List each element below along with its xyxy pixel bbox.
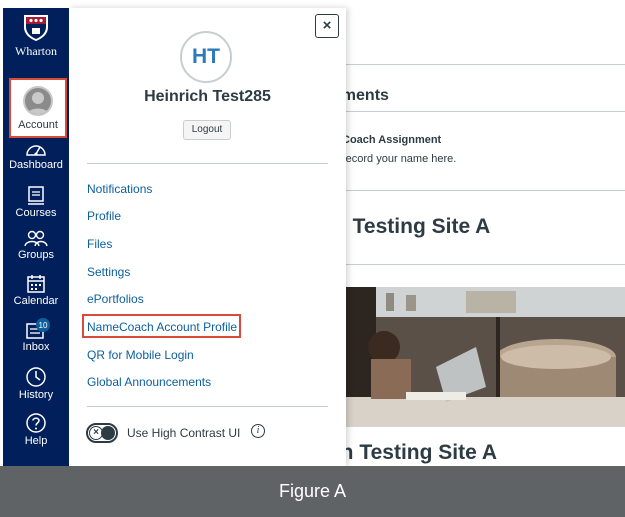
top-edge xyxy=(0,0,625,8)
calendar-icon xyxy=(27,275,45,293)
close-tray-button[interactable]: × xyxy=(315,14,339,38)
site-heading: ch Testing Site A xyxy=(329,441,498,464)
nav-item-account[interactable]: Account xyxy=(9,78,67,138)
info-icon[interactable]: i xyxy=(251,424,265,438)
content-divider xyxy=(324,264,625,265)
user-silhouette-icon xyxy=(26,92,50,114)
nav-item-inbox[interactable]: 10 Inbox xyxy=(3,318,69,353)
nav-label-help: Help xyxy=(24,435,48,447)
high-contrast-toggle[interactable]: × xyxy=(86,423,118,443)
tray-link-namecoach-account-profile[interactable]: NameCoach Account Profile xyxy=(87,320,237,334)
nav-item-calendar[interactable]: Calendar xyxy=(3,274,69,307)
tray-divider xyxy=(87,406,328,407)
tray-link-global-announcements[interactable]: Global Announcements xyxy=(87,375,211,389)
tray-link-settings[interactable]: Settings xyxy=(87,265,130,279)
hero-image-graphic xyxy=(346,287,625,427)
nav-item-groups[interactable]: Groups xyxy=(3,230,69,261)
tray-link-profile[interactable]: Profile xyxy=(87,209,121,223)
tray-divider xyxy=(87,163,328,164)
assignment-description: record your name here. xyxy=(342,153,457,165)
content-divider xyxy=(324,190,625,191)
logout-button[interactable]: Logout xyxy=(183,120,231,140)
global-navigation: Wharton Account Dashboard Courses Groups… xyxy=(3,8,69,466)
user-avatar: HT xyxy=(180,31,232,83)
caption-bar: Figure A xyxy=(0,466,625,517)
dashboard-icon xyxy=(26,145,46,156)
nav-item-history[interactable]: History xyxy=(3,366,69,401)
nav-label-groups: Groups xyxy=(17,249,55,261)
tray-link-files[interactable]: Files xyxy=(87,237,112,251)
shield-icon xyxy=(24,15,48,41)
tray-link-notifications[interactable]: Notifications xyxy=(87,182,152,196)
app-frame: cements Coach Assignment record your nam… xyxy=(0,0,625,517)
hero-image xyxy=(346,287,625,427)
nav-label-courses: Courses xyxy=(15,207,57,219)
nav-label-history: History xyxy=(18,389,54,401)
groups-icon xyxy=(24,230,48,247)
account-tray: × HT Heinrich Test285 Logout Notificatio… xyxy=(69,8,346,466)
content-divider xyxy=(324,111,625,112)
site-heading: n Testing Site A xyxy=(334,215,491,238)
assignment-title[interactable]: Coach Assignment xyxy=(342,134,441,146)
nav-label-calendar: Calendar xyxy=(13,295,59,307)
wharton-logo[interactable]: Wharton xyxy=(3,8,69,70)
user-name: Heinrich Test285 xyxy=(144,88,271,105)
nav-label-dashboard: Dashboard xyxy=(9,159,63,171)
nav-item-help[interactable]: Help xyxy=(3,412,69,447)
logo-wordmark: Wharton xyxy=(15,44,57,58)
tray-link-qr-mobile-login[interactable]: QR for Mobile Login xyxy=(87,348,194,362)
history-icon xyxy=(26,367,46,387)
courses-icon xyxy=(28,186,44,205)
inbox-badge: 10 xyxy=(39,321,48,330)
help-icon xyxy=(26,413,46,433)
nav-item-dashboard[interactable]: Dashboard xyxy=(3,140,69,171)
high-contrast-label: Use High Contrast UI xyxy=(127,426,241,440)
nav-label-inbox: Inbox xyxy=(22,341,50,353)
nav-item-courses[interactable]: Courses xyxy=(3,186,69,219)
tray-link-eportfolios[interactable]: ePortfolios xyxy=(87,292,144,306)
nav-label-account: Account xyxy=(18,119,58,131)
inbox-icon: 10 xyxy=(26,318,50,339)
user-avatar-icon xyxy=(23,86,53,116)
toggle-track xyxy=(101,426,115,440)
figure-caption: Figure A xyxy=(278,481,347,501)
